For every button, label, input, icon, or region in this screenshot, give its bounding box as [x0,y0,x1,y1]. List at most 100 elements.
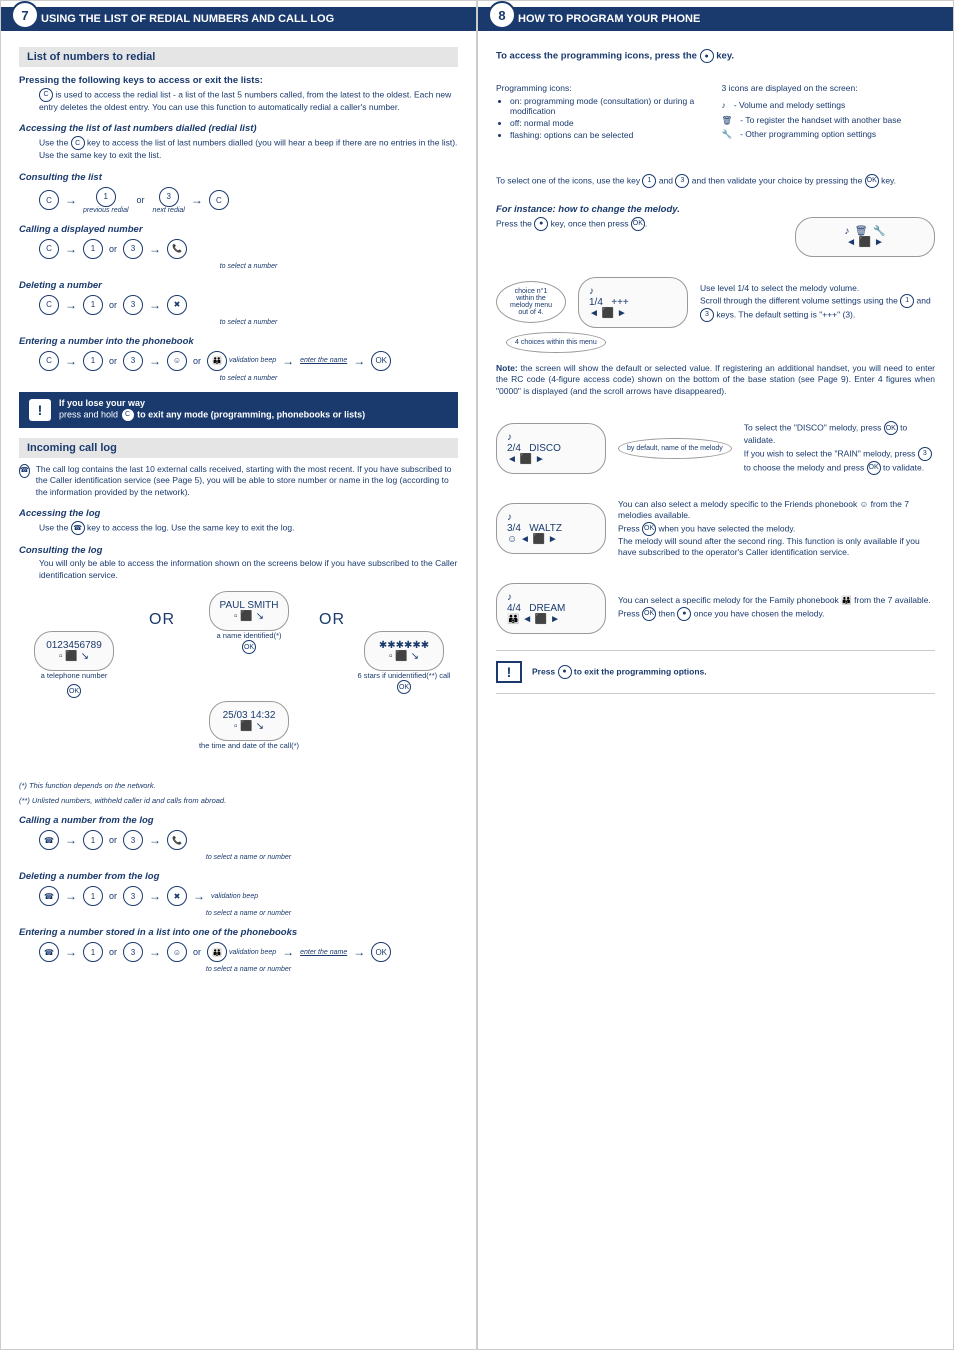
key-1: 1 [642,174,656,188]
ok-key-icon: OK [631,217,645,231]
label-select-name: to select a name or number [39,966,458,973]
c-key-icon: C [209,190,229,210]
seq-call-displayed: C→ 1or3 →📞 [39,239,458,259]
prog-key-icon: ● [700,49,714,63]
heading-call-from-log: Calling a number from the log [19,815,458,826]
family-icon: 👪 [207,942,227,962]
c-key-icon: C [121,408,135,422]
warning-icon: ! [29,399,51,421]
screen-name: PAUL SMITH▫ ⬛ ↘ [209,591,290,631]
ok-key-icon: OK [242,640,256,654]
label-select-name: to select a name or number [39,854,458,861]
text-redial-desc: C is used to access the redial list - a … [39,88,458,113]
or-label: OR [149,611,175,629]
label-prog-icons: Programming icons: [496,83,710,94]
screen-family: ♪4/4 DREAM👪 ◄ ⬛ ► [496,583,606,634]
log-key-icon: ☎ [39,830,59,850]
c-key-icon: C [71,136,85,150]
page-left: 7 USING THE LIST OF REDIAL NUMBERS AND C… [0,0,477,1350]
title-bar-right: HOW TO PROGRAM YOUR PHONE [478,7,953,31]
warning-icon: ! [496,661,522,683]
wrench-icon: 🔧 [722,129,733,140]
warning-lose-way: ! If you lose your way press and hold C … [19,392,458,428]
icon-legend: ♪- Volume and melody settings 🗑- To regi… [722,100,936,140]
log-key-icon: ☎ [19,464,30,478]
handset-icon: 🗑 [722,115,733,126]
key-1: 1 [83,830,103,850]
key-1: 1 [83,239,103,259]
section-redial-list: List of numbers to redial [19,47,458,67]
page-spread: 7 USING THE LIST OF REDIAL NUMBERS AND C… [0,0,954,1350]
ok-key-icon: OK [371,351,391,371]
heading-enter-from-log: Entering a number stored in a list into … [19,927,458,938]
ok-key-icon: OK [642,607,656,621]
friends-icon: ☺ [167,942,187,962]
ok-key-icon: OK [884,421,898,435]
caption-name: a name identified(*) [189,631,309,640]
heading-change-melody: For instance: how to change the melody. [496,204,935,215]
prog-key-icon: ● [677,607,691,621]
text-disco: To select the "DISCO" melody, press OK t… [744,421,935,474]
key-3: 3 [918,447,932,461]
key-3: 3 [123,830,143,850]
text-accessing-log: Use the ☎ key to access the log. Use the… [39,521,458,535]
caption-telephone: a telephone number [19,671,129,680]
key-3: 3 [123,351,143,371]
heading-accessing-log: Accessing the log [19,508,458,519]
heading-delete-number: Deleting a number [19,280,458,291]
heading-access-keys: Pressing the following keys to access or… [19,75,458,86]
footnote-2: (**) Unlisted numbers, withheld caller i… [19,796,458,805]
key-3: 3 [159,187,179,207]
page-number-left: 7 [11,1,39,29]
family-icon: 👪 [841,595,852,605]
bubble-default-melody: by default, name of the melody [618,438,732,459]
text-access-redial: Use the C key to access the list of last… [39,136,458,161]
heading-enter-phonebook: Entering a number into the phonebook [19,336,458,347]
bubble-4-choices: 4 choices within this menu [506,332,606,353]
ok-key-icon: OK [865,174,879,188]
text-family: You can select a specific melody for the… [618,595,935,620]
screen-icons: ♪ 🗑 🔧 ◄ ⬛ ► [795,217,935,257]
page-number-right: 8 [488,1,516,29]
text-volume: Use level 1/4 to select the melody volum… [700,283,935,322]
screen-disco: ♪2/4 DISCO◄ ⬛ ► [496,423,606,474]
seq-enter-phonebook: C→ 1or3 →☺ or👪 validation beep→ enter th… [39,351,458,371]
label-select-number: to select a number [39,375,458,382]
key-3: 3 [123,239,143,259]
key-1: 1 [83,886,103,906]
ok-key-icon: OK [397,680,411,694]
c-key-icon: C [39,351,59,371]
list-prog-modes: on: programming mode (consultation) or d… [510,96,710,140]
caption-time: the time and date of the call(*) [189,741,309,750]
delete-key-icon: ✖ [167,295,187,315]
heading-consulting-log: Consulting the log [19,545,458,556]
page-right: 8 HOW TO PROGRAM YOUR PHONE To access th… [477,0,954,1350]
log-key-icon: ☎ [71,521,85,535]
dial-key-icon: 📞 [167,830,187,850]
or-label: OR [319,611,345,629]
caption-stars: 6 stars if unidentified(**) call [349,671,459,680]
key-3: 3 [123,942,143,962]
seq-delete: C→ 1or3 →✖ [39,295,458,315]
c-key-icon: C [39,239,59,259]
key-1: 1 [900,294,914,308]
seq-delete-from-log: ☎→ 1or3 →✖→ validation beep [39,886,458,906]
c-key-icon: C [39,190,59,210]
text-call-log-desc: ☎ The call log contains the last 10 exte… [19,464,458,498]
ok-key-icon: OK [371,942,391,962]
screen-friends: ♪3/4 WALTZ☺ ◄ ⬛ ► [496,503,606,554]
screen-time: 25/03 14:32▫ ⬛ ↘ [209,701,289,741]
screen-stars: ✱✱✱✱✱✱▫ ⬛ ↘ [364,631,444,671]
warning-exit: ! Press ● to exit the programming option… [496,650,935,694]
ok-key-icon: OK [642,522,656,536]
footnote-1: (*) This function depends on the network… [19,781,458,790]
key-1: 1 [96,187,116,207]
key-1: 1 [83,351,103,371]
seq-enter-from-log: ☎→ 1or3 →☺ or👪 validation beep→ enter th… [39,942,458,962]
ok-key-icon: OK [867,461,881,475]
dial-key-icon: 📞 [167,239,187,259]
family-icon: 👪 [207,351,227,371]
text-select-icon: To select one of the icons, use the key … [496,174,935,188]
heading-access-redial: Accessing the list of last numbers diall… [19,123,458,134]
ok-key-icon: OK [67,684,81,698]
